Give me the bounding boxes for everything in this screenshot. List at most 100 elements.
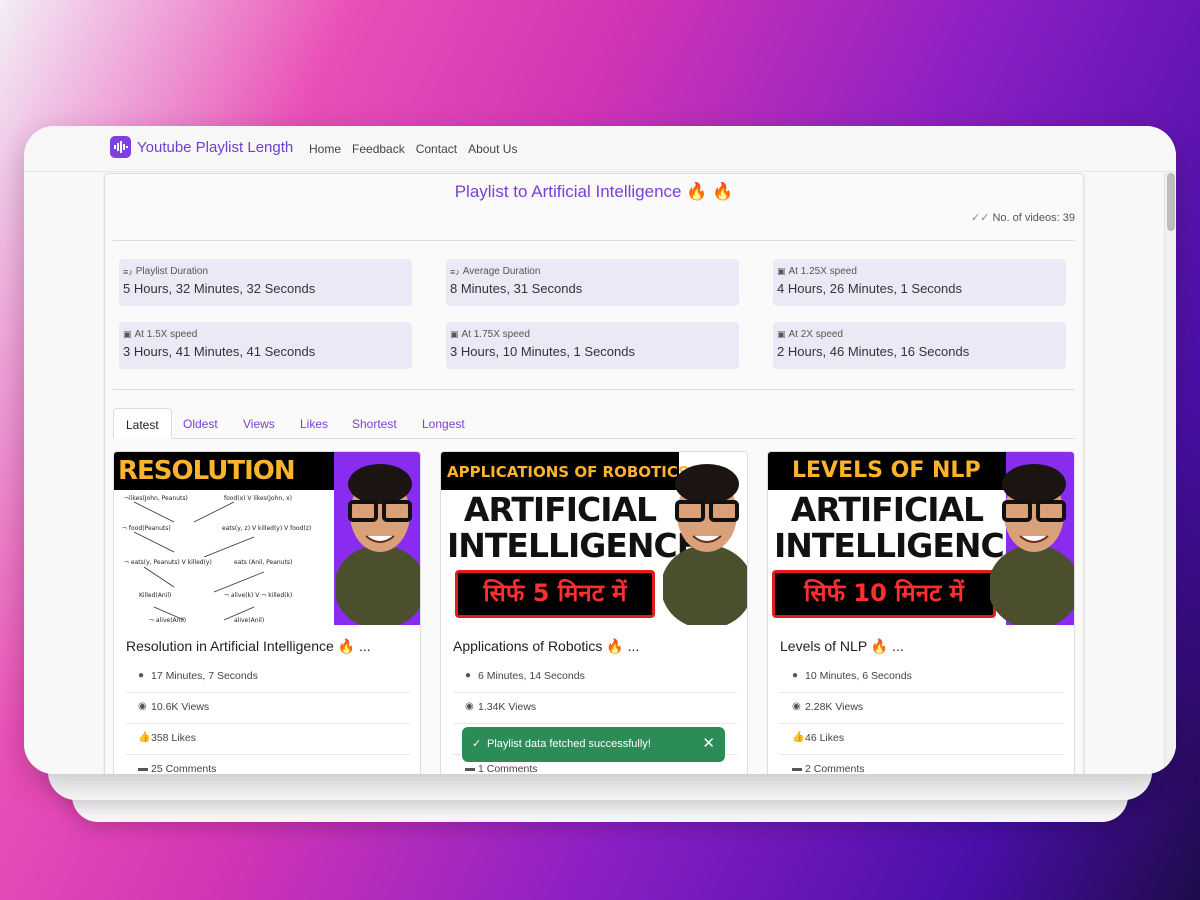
tab-views[interactable]: Views bbox=[231, 408, 287, 439]
tab-longest[interactable]: Longest bbox=[410, 408, 477, 439]
tab-shortest[interactable]: Shortest bbox=[340, 408, 409, 439]
thumbnail-hindi-text: सिर्फ 5 मिनट में bbox=[483, 579, 627, 607]
stat-value: 3 Hours, 10 Minutes, 1 Seconds bbox=[450, 344, 635, 359]
tab-likes[interactable]: Likes bbox=[288, 408, 340, 439]
svg-text:¬ eats(y, Peanuts) V killed(y): ¬ eats(y, Peanuts) V killed(y) bbox=[124, 559, 212, 566]
video-title[interactable]: Resolution in Artificial Intelligence 🔥 … bbox=[126, 638, 371, 655]
svg-text:¬ alive(k) V ¬ killed(k): ¬ alive(k) V ¬ killed(k) bbox=[224, 592, 292, 599]
stat-label: At 1.5X speed bbox=[134, 329, 198, 340]
svg-text:eats(y, z) V killed(y) V food(: eats(y, z) V killed(y) V food(z) bbox=[222, 525, 311, 532]
video-card[interactable]: APPLICATIONS OF ROBOTICS ARTIFICIAL INTE… bbox=[440, 451, 748, 774]
presenter-photo bbox=[990, 464, 1074, 625]
video-thumbnail[interactable]: RESOLUTION ¬likes(John, Peanuts) food(x) … bbox=[114, 452, 420, 625]
close-icon[interactable]: ✕ bbox=[702, 734, 715, 752]
svg-text:alive(Anil): alive(Anil) bbox=[234, 617, 264, 624]
clock-icon: ● bbox=[465, 670, 472, 681]
svg-text:¬ alive(Anil): ¬ alive(Anil) bbox=[149, 617, 186, 624]
stat-label: At 1.75X speed bbox=[461, 329, 530, 340]
comment-icon: ▬ bbox=[792, 763, 802, 774]
thumbs-up-icon: 👍 bbox=[792, 732, 805, 743]
stat-speed-1-5: ▣ At 1.5X speed 3 Hours, 41 Minutes, 41 S… bbox=[119, 322, 412, 369]
stat-average-duration: ≡♪ Average Duration 8 Minutes, 31 Seconds bbox=[446, 259, 739, 306]
logic-diagram: ¬likes(John, Peanuts) food(x) V likes(Joh… bbox=[122, 495, 311, 624]
stat-value: 2 Hours, 46 Minutes, 16 Seconds bbox=[777, 344, 970, 359]
comments-text: 1 Comments bbox=[478, 763, 538, 774]
presenter-photo bbox=[336, 464, 420, 625]
brand-name: Youtube Playlist Length bbox=[137, 138, 294, 156]
views-text: 10.6K Views bbox=[151, 701, 210, 713]
browser-window: Youtube Playlist Length Home Feedback Co… bbox=[24, 126, 1176, 774]
stat-label: At 2X speed bbox=[788, 329, 843, 340]
video-icon: ▣ bbox=[450, 329, 459, 339]
fire-icon: 🔥 bbox=[606, 638, 624, 654]
comments-text: 2 Comments bbox=[805, 763, 865, 774]
stat-value: 8 Minutes, 31 Seconds bbox=[450, 281, 583, 296]
video-title-text: Levels of NLP bbox=[780, 638, 867, 654]
video-count-text: No. of videos: 39 bbox=[992, 212, 1075, 224]
meta-likes: 👍 358 Likes bbox=[126, 724, 410, 755]
navbar: Youtube Playlist Length Home Feedback Co… bbox=[24, 126, 1176, 172]
scrollbar-thumb[interactable] bbox=[1167, 173, 1175, 231]
playlist-panel: Playlist to Artificial Intelligence 🔥 🔥 … bbox=[104, 173, 1084, 774]
video-title[interactable]: Applications of Robotics 🔥 ... bbox=[453, 638, 639, 655]
nav-home-link[interactable]: Home bbox=[309, 142, 341, 156]
success-toast: ✓ Playlist data fetched successfully! ✕ bbox=[462, 727, 725, 762]
meta-comments: ▬ 2 Comments bbox=[780, 755, 1064, 774]
meta-likes: 👍 46 Likes bbox=[780, 724, 1064, 755]
meta-duration: ● 10 Minutes, 6 Seconds bbox=[780, 662, 1064, 693]
nav-about-link[interactable]: About Us bbox=[468, 142, 517, 156]
stat-label: Average Duration bbox=[462, 266, 541, 277]
stat-playlist-duration: ≡♪ Playlist Duration 5 Hours, 32 Minutes,… bbox=[119, 259, 412, 306]
meta-duration: ● 6 Minutes, 14 Seconds bbox=[453, 662, 737, 693]
svg-text:¬likes(John, Peanuts): ¬likes(John, Peanuts) bbox=[124, 495, 188, 502]
svg-text:eats (Anil, Peanuts): eats (Anil, Peanuts) bbox=[234, 559, 292, 566]
video-card[interactable]: LEVELS OF NLP ARTIFICIAL INTELLIGENCE सि… bbox=[767, 451, 1075, 774]
divider bbox=[113, 240, 1075, 241]
eye-icon: ◉ bbox=[465, 701, 474, 712]
meta-comments: ▬ 25 Comments bbox=[126, 755, 410, 774]
scrollbar[interactable] bbox=[1164, 172, 1176, 774]
nav-links: Home Feedback Contact About Us bbox=[309, 142, 517, 156]
video-thumbnail[interactable]: LEVELS OF NLP ARTIFICIAL INTELLIGENCE सि… bbox=[768, 452, 1074, 625]
thumbnail-hindi-text: सिर्फ 10 मिनट में bbox=[804, 579, 964, 607]
meta-duration: ● 17 Minutes, 7 Seconds bbox=[126, 662, 410, 693]
nav-feedback-link[interactable]: Feedback bbox=[352, 142, 405, 156]
window-shadow-mid bbox=[48, 770, 1152, 800]
video-icon: ▣ bbox=[777, 329, 786, 339]
tab-oldest[interactable]: Oldest bbox=[171, 408, 230, 439]
likes-text: 46 Likes bbox=[805, 732, 845, 744]
video-title-text: Applications of Robotics bbox=[453, 638, 603, 654]
stat-speed-1-25: ▣ At 1.25X speed 4 Hours, 26 Minutes, 1 S… bbox=[773, 259, 1066, 306]
sort-tabs: Latest Oldest Views Likes Shortest Longe… bbox=[113, 408, 1075, 439]
thumbs-up-icon: 👍 bbox=[138, 732, 151, 743]
title-ellipsis: ... bbox=[627, 638, 640, 654]
stat-label: At 1.25X speed bbox=[788, 266, 857, 277]
check-circle-icon: ✓ bbox=[472, 738, 482, 750]
playlist-title-text: Playlist to Artificial Intelligence bbox=[454, 182, 682, 201]
playlist-icon: ≡♪ bbox=[450, 266, 460, 277]
brand[interactable]: Youtube Playlist Length bbox=[110, 136, 293, 158]
thumbnail-title: LEVELS OF NLP bbox=[792, 458, 981, 483]
tab-latest[interactable]: Latest bbox=[113, 408, 172, 439]
views-text: 2.28K Views bbox=[805, 701, 864, 713]
stat-speed-1-75: ▣ At 1.75X speed 3 Hours, 10 Minutes, 1 S… bbox=[446, 322, 739, 369]
thumbnail-heading: ARTIFICIAL INTELLIGENCE bbox=[447, 490, 699, 565]
svg-text:food(x) V likes(John, x): food(x) V likes(John, x) bbox=[224, 495, 292, 502]
playlist-title: Playlist to Artificial Intelligence 🔥 🔥 bbox=[105, 182, 1083, 202]
video-thumbnail[interactable]: APPLICATIONS OF ROBOTICS ARTIFICIAL INTE… bbox=[441, 452, 747, 625]
stat-value: 4 Hours, 26 Minutes, 1 Seconds bbox=[777, 281, 962, 296]
presenter-photo bbox=[663, 464, 747, 625]
nav-contact-link[interactable]: Contact bbox=[416, 142, 457, 156]
video-title[interactable]: Levels of NLP 🔥 ... bbox=[780, 638, 904, 655]
svg-text:Killed(Anil): Killed(Anil) bbox=[139, 592, 171, 599]
playlist-icon: ≡♪ bbox=[123, 266, 133, 277]
title-ellipsis: ... bbox=[892, 638, 904, 654]
duration-text: 6 Minutes, 14 Seconds bbox=[478, 670, 585, 682]
meta-views: ◉ 10.6K Views bbox=[126, 693, 410, 724]
video-card[interactable]: RESOLUTION ¬likes(John, Peanuts) food(x) … bbox=[113, 451, 421, 774]
audio-wave-icon bbox=[110, 136, 131, 158]
stat-label: Playlist Duration bbox=[135, 266, 209, 277]
double-check-icon: ✓✓ bbox=[970, 212, 990, 224]
title-ellipsis: ... bbox=[359, 638, 371, 654]
duration-text: 10 Minutes, 6 Seconds bbox=[805, 670, 912, 682]
